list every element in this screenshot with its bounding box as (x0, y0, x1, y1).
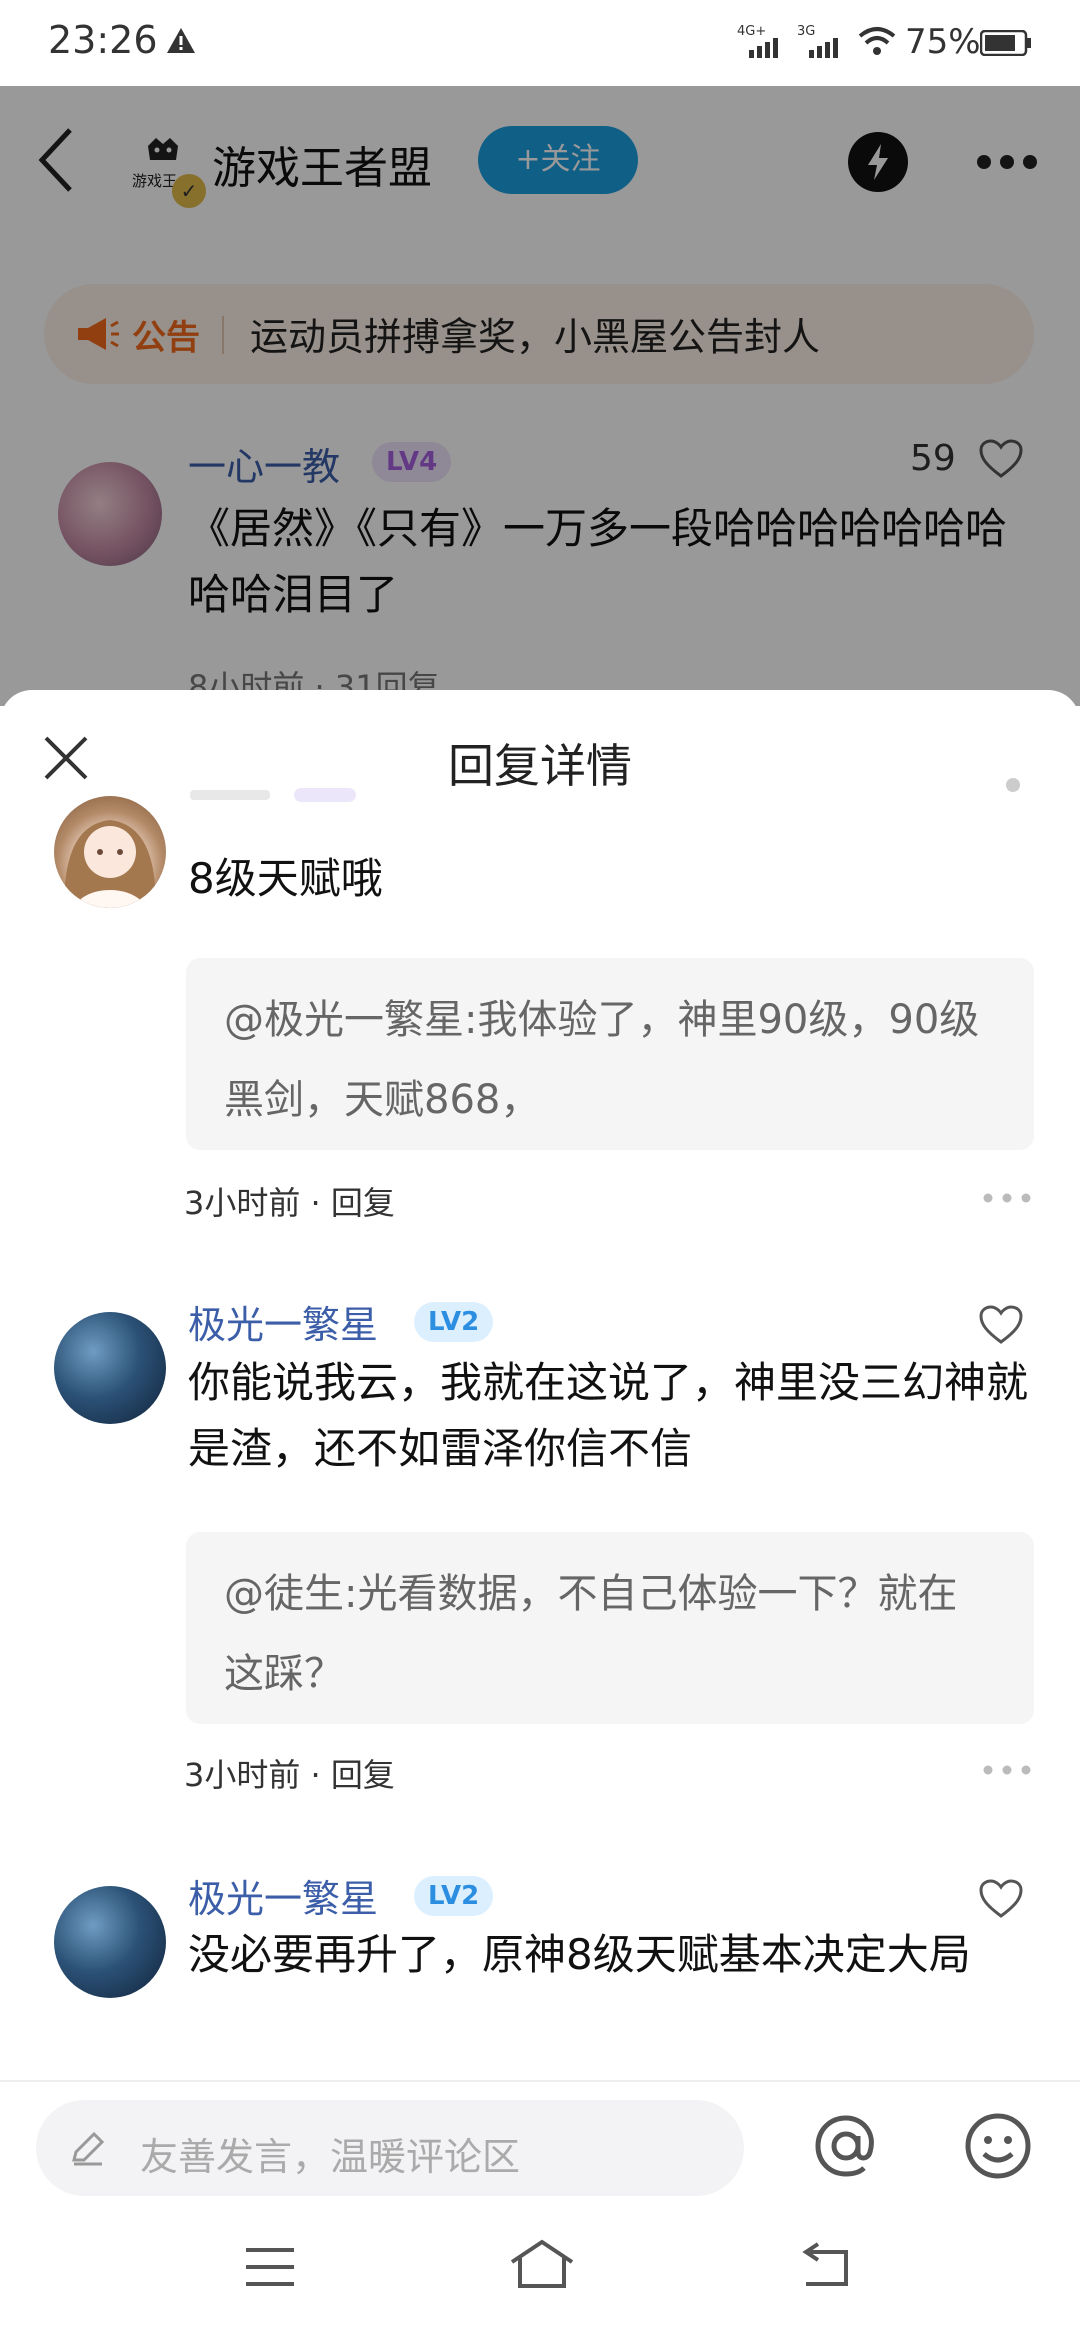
menu-icon[interactable] (242, 2244, 298, 2290)
comment-avatar[interactable] (54, 796, 166, 908)
comment-input-bar: 友善发言，温暖评论区 (0, 2080, 1080, 2200)
comment-meta[interactable]: 3小时前 · 回复 (184, 1750, 395, 1796)
warning-icon (167, 28, 195, 53)
more-icon[interactable] (982, 1764, 1032, 1776)
network2-label: 3G (797, 24, 815, 39)
comment-author-clipped (190, 790, 270, 800)
heart-icon[interactable] (978, 1878, 1024, 1920)
comment-author[interactable]: 极光一繁星 (188, 1868, 378, 1923)
comment-avatar[interactable] (54, 1886, 166, 1998)
sheet-title: 回复详情 (448, 739, 632, 793)
battery-icon (980, 30, 1031, 56)
network1-label: 4G+ (737, 24, 766, 39)
back-nav-icon[interactable] (796, 2240, 852, 2290)
anime-avatar-art (64, 820, 156, 908)
comment-avatar[interactable] (54, 1312, 166, 1424)
at-mention-icon[interactable] (810, 2110, 882, 2182)
quoted-reply[interactable]: @徒生:光看数据，不自己体验一下？就在这踩？ (186, 1532, 1034, 1724)
level-badge-clipped (294, 788, 356, 802)
level-badge: LV2 (414, 1876, 494, 1916)
comment-author[interactable]: 极光一繁星 (188, 1294, 378, 1349)
dim-overlay[interactable] (0, 86, 1080, 706)
battery-percent: 75% (905, 22, 981, 62)
emoji-icon[interactable] (962, 2110, 1034, 2182)
status-bar: 23:26 4G+ 3G 75% (0, 0, 1080, 86)
comment-text: 没必要再升了，原神8级天赋基本决定大局 (188, 1930, 971, 1979)
heart-icon-clipped (1006, 778, 1020, 792)
comment-text: 你能说我云，我就在这说了，神里没三幻神就是渣，还不如雷泽你信不信 (188, 1358, 1029, 1473)
system-nav-bar (0, 2200, 1080, 2340)
comment-meta[interactable]: 3小时前 · 回复 (184, 1178, 395, 1224)
comment-text: 8级天赋哦 (188, 854, 383, 903)
more-icon[interactable] (982, 1192, 1032, 1204)
status-time: 23:26 (48, 18, 158, 62)
signal-3g-icon: 3G (797, 24, 838, 58)
signal-4g-icon: 4G+ (737, 24, 778, 58)
level-badge: LV2 (414, 1302, 494, 1342)
quoted-reply[interactable]: @极光一繁星:我体验了，神里90级，90级黑剑，天赋868， (186, 958, 1034, 1150)
comment-input[interactable]: 友善发言，温暖评论区 (36, 2100, 744, 2196)
pencil-icon (72, 2131, 105, 2166)
heart-icon[interactable] (978, 1304, 1024, 1346)
comment-input-placeholder: 友善发言，温暖评论区 (140, 2135, 521, 2179)
wifi-icon (858, 27, 896, 55)
home-icon[interactable] (508, 2236, 576, 2292)
